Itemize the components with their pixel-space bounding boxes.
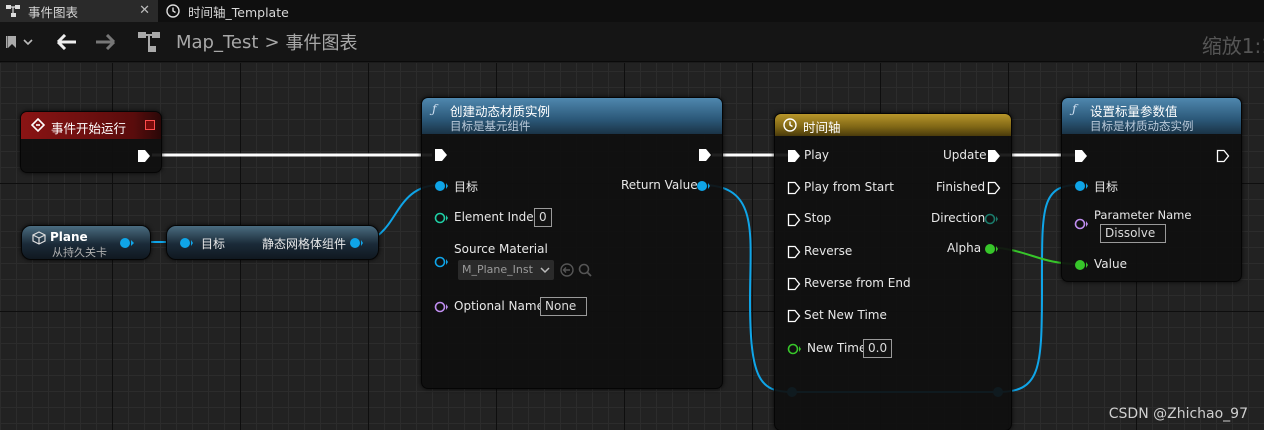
object-input-pin[interactable]: [434, 256, 448, 268]
int-input-pin[interactable]: [434, 212, 448, 224]
zoom-label: 缩放1:1: [1201, 34, 1264, 58]
set-scalar-parameter-node[interactable]: ƒ 设置标量参数值 目标是材质动态实例 目标 Parameter Name Di…: [1061, 97, 1242, 282]
get-static-mesh-component-node[interactable]: 目标 静态网格体组件: [166, 225, 379, 260]
arrow-right-icon: [96, 34, 116, 50]
event-icon: [31, 118, 45, 132]
direction-output-pin[interactable]: [984, 213, 998, 225]
source-material-dropdown[interactable]: M_Plane_Inst: [458, 260, 554, 280]
exec-output-pin[interactable]: [698, 148, 712, 162]
pin-label: Reverse from End: [804, 276, 911, 290]
graph-canvas[interactable]: 事件开始运行 Plane 从持久关卡 目标 静态网格体组件 ƒ 创建动态材质实例…: [0, 63, 1264, 430]
dropdown-value: M_Plane_Inst: [462, 263, 533, 276]
exec-input-pin[interactable]: [1074, 149, 1088, 163]
clock-icon: [166, 4, 180, 18]
name-input-pin[interactable]: [434, 301, 448, 313]
forward-button[interactable]: [94, 22, 116, 62]
breadcrumb-current: 事件图表: [285, 33, 358, 54]
object-output-pin[interactable]: [696, 180, 710, 192]
browse-search-icon[interactable]: [577, 262, 593, 278]
tab-timeline-template[interactable]: 时间轴_Template: [160, 0, 330, 22]
bookmark-icon: [6, 36, 16, 48]
tab-event-graph[interactable]: 事件图表 ✕: [0, 0, 158, 22]
pin-label: Finished: [936, 180, 986, 194]
breadcrumb: Map_Test > 事件图表: [176, 22, 358, 62]
node-title: Plane: [50, 230, 88, 244]
use-selected-icon[interactable]: [559, 262, 575, 278]
exec-input-pin[interactable]: [787, 149, 801, 163]
delegate-pin-icon[interactable]: [145, 120, 155, 130]
pin-label: Source Material: [454, 242, 548, 256]
pin-label: Alpha: [947, 241, 982, 255]
object-output-pin[interactable]: [349, 237, 363, 249]
arrow-left-icon: [56, 34, 76, 50]
graph-toolbar: Map_Test > 事件图表 缩放1:1: [0, 22, 1264, 62]
pin-label: New Time: [807, 341, 867, 355]
exec-input-pin[interactable]: [787, 213, 801, 227]
object-input-pin[interactable]: [434, 180, 448, 192]
pin-label: 目标: [201, 237, 226, 251]
pin-label: Parameter Name: [1094, 208, 1192, 222]
pin-label: Direction: [931, 211, 986, 225]
name-input-pin[interactable]: [1074, 218, 1088, 230]
new-time-input[interactable]: 0.0: [863, 339, 893, 358]
node-title: 事件开始运行: [51, 121, 127, 136]
node-subtitle: 目标是材质动态实例: [1090, 119, 1194, 133]
node-title: 时间轴: [803, 120, 841, 135]
function-icon: ƒ: [432, 101, 437, 116]
exec-output-pin[interactable]: [1216, 149, 1230, 163]
pin-label: 静态网格体组件: [262, 237, 347, 251]
tab-label: 事件图表: [28, 4, 79, 20]
pin-label: 目标: [1094, 180, 1119, 194]
cube-icon: [32, 231, 46, 245]
pin-label: Play from Start: [804, 180, 894, 194]
pin-label: Play: [804, 148, 830, 162]
pin-label: Value: [1094, 257, 1127, 271]
bookmark-dropdown[interactable]: [6, 22, 34, 62]
clock-icon: [783, 118, 797, 132]
chevron-down-icon: [23, 39, 33, 46]
pin-label: 目标: [454, 180, 479, 194]
exec-input-pin[interactable]: [787, 309, 801, 323]
breadcrumb-root[interactable]: Map_Test: [176, 32, 258, 53]
exec-input-pin[interactable]: [434, 148, 448, 162]
float-input-pin[interactable]: [787, 343, 801, 355]
plane-variable-node[interactable]: Plane 从持久关卡: [21, 225, 151, 260]
pin-label: Element Index: [454, 210, 541, 224]
pin-label: Update: [943, 148, 987, 162]
exec-input-pin[interactable]: [787, 277, 801, 291]
function-icon: ƒ: [1072, 101, 1077, 116]
create-dynamic-material-node[interactable]: ƒ 创建动态材质实例 目标是基元组件 目标 Return Value Eleme…: [421, 97, 723, 389]
exec-output-pin[interactable]: [987, 181, 1001, 195]
pin-label: Return Value: [621, 178, 698, 192]
object-output-pin[interactable]: [120, 237, 134, 249]
object-input-pin[interactable]: [179, 237, 193, 249]
timeline-node[interactable]: 时间轴 Play Play from Start Stop Reverse Re…: [774, 113, 1012, 430]
pin-label: Set New Time: [804, 308, 887, 322]
pin-label: Optional Name: [454, 299, 544, 313]
float-input-pin[interactable]: [1074, 259, 1088, 271]
back-button[interactable]: [56, 22, 78, 62]
close-icon[interactable]: ✕: [139, 3, 150, 18]
watermark: CSDN @Zhichao_97: [1108, 406, 1248, 422]
float-output-pin[interactable]: [984, 243, 998, 255]
parameter-name-input[interactable]: Dissolve: [1100, 224, 1166, 243]
exec-input-pin[interactable]: [787, 181, 801, 195]
breadcrumb-separator: >: [264, 31, 280, 53]
pin-label: Stop: [804, 211, 832, 225]
optional-name-input[interactable]: None: [540, 297, 587, 316]
graph-icon: [6, 5, 20, 17]
pin-label: Reverse: [804, 244, 853, 258]
exec-output-pin[interactable]: [987, 149, 1001, 163]
element-index-input[interactable]: 0: [534, 208, 552, 227]
event-begin-play-node[interactable]: 事件开始运行: [20, 111, 162, 173]
node-subtitle: 从持久关卡: [52, 246, 107, 259]
exec-input-pin[interactable]: [787, 245, 801, 259]
exec-output-pin[interactable]: [137, 149, 151, 163]
node-subtitle: 目标是基元组件: [450, 119, 531, 133]
tab-bar: 事件图表 ✕ 时间轴_Template: [0, 0, 1264, 22]
chevron-down-icon: [540, 267, 550, 274]
graph-icon: [138, 22, 162, 62]
tab-label: 时间轴_Template: [188, 4, 289, 20]
object-input-pin[interactable]: [1074, 180, 1088, 192]
